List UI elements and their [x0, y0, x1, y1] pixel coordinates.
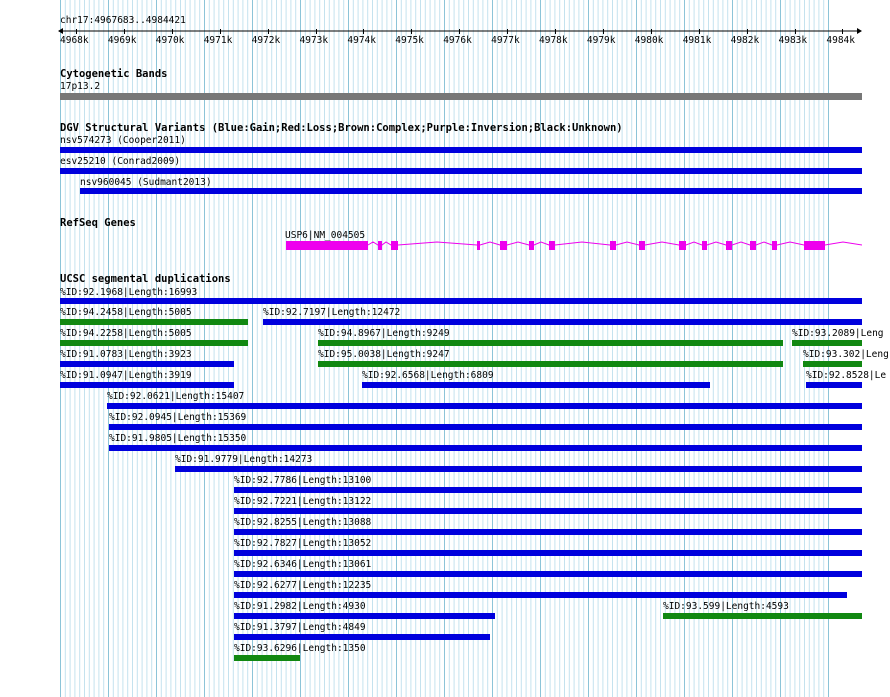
ruler-tick-mark — [123, 29, 125, 34]
ruler-tick-label: 4970k — [155, 35, 185, 46]
segdup-feature[interactable] — [792, 340, 862, 346]
segdup-label: %ID:94.8967|Length:9249 — [318, 328, 450, 339]
ruler-tick-label: 4971k — [203, 35, 233, 46]
refseq-track-title: RefSeq Genes — [60, 217, 136, 229]
ruler-tick-label: 4983k — [778, 35, 808, 46]
segdup-feature[interactable] — [109, 424, 862, 430]
cytoband-track-title: Cytogenetic Bands — [60, 68, 168, 80]
ruler-tick-label: 4981k — [682, 35, 712, 46]
segdup-feature[interactable] — [318, 361, 783, 367]
segdup-label: %ID:93.302|Leng — [803, 349, 889, 360]
ruler-tick-mark — [315, 29, 317, 34]
segdup-feature[interactable] — [60, 382, 234, 388]
segdup-feature[interactable] — [60, 298, 862, 304]
ruler-tick-mark — [698, 29, 700, 34]
ruler-tick-mark — [76, 29, 77, 34]
ruler-tick-mark — [363, 29, 365, 34]
ruler-tick-mark — [842, 29, 844, 34]
segdup-feature[interactable] — [109, 445, 862, 451]
segdup-label: %ID:91.9805|Length:15350 — [109, 433, 247, 444]
segdup-label: %ID:91.9779|Length:14273 — [175, 454, 313, 465]
segdup-label: %ID:92.7221|Length:13122 — [234, 496, 372, 507]
segdup-label: %ID:92.6346|Length:13061 — [234, 559, 372, 570]
segdup-feature[interactable] — [234, 613, 495, 619]
ruler-tick-label: 4969k — [107, 35, 137, 46]
ruler-tick-mark — [555, 29, 556, 34]
segdup-label: %ID:91.0947|Length:3919 — [60, 370, 192, 381]
dgv-feature[interactable] — [60, 168, 862, 174]
ruler-tick-mark — [219, 29, 221, 34]
segdup-feature[interactable] — [318, 340, 783, 346]
segdup-feature[interactable] — [234, 592, 847, 598]
segdup-feature[interactable] — [362, 382, 710, 388]
segdup-label: %ID:94.2258|Length:5005 — [60, 328, 192, 339]
dgv-track-title: DGV Structural Variants (Blue:Gain;Red:L… — [60, 122, 623, 134]
segdup-feature[interactable] — [60, 361, 234, 367]
segdup-feature[interactable] — [663, 613, 862, 619]
ruler-tick-mark — [411, 29, 413, 34]
segdup-feature[interactable] — [806, 382, 862, 388]
segdup-feature[interactable] — [803, 361, 862, 367]
segdup-label: %ID:92.8528|Le — [806, 370, 887, 381]
segdup-feature[interactable] — [263, 319, 862, 325]
ruler-tick-label: 4984k — [826, 35, 855, 46]
dgv-feature[interactable] — [60, 147, 862, 153]
ruler-tick-label: 4982k — [730, 35, 760, 46]
segdup-feature[interactable] — [60, 340, 248, 346]
gene-model[interactable] — [284, 239, 862, 253]
ruler-tick-label: 4979k — [586, 35, 616, 46]
segdup-feature[interactable] — [234, 655, 300, 661]
ruler-tick-mark — [794, 29, 796, 34]
ruler-tick-label: 4973k — [299, 35, 329, 46]
cytoband-bar[interactable] — [60, 93, 862, 100]
ruler-tick-label: 4976k — [443, 35, 472, 46]
ruler-tick-label: 4977k — [491, 35, 520, 46]
ruler-tick-mark — [746, 29, 748, 34]
segdup-label: %ID:92.1968|Length:16993 — [60, 287, 198, 298]
ruler-tick-label: 4968k — [60, 35, 89, 46]
dgv-feature[interactable] — [80, 188, 862, 194]
segdup-label: %ID:91.0783|Length:3923 — [60, 349, 192, 360]
segdup-label: %ID:93.2089|Leng — [792, 328, 884, 339]
segdup-label: %ID:95.0038|Length:9247 — [318, 349, 450, 360]
segdup-track-title: UCSC segmental duplications — [60, 273, 231, 285]
ruler-tick-mark — [650, 29, 652, 34]
dgv-label: nsv574273 (Cooper2011) — [60, 135, 186, 146]
segdup-feature[interactable] — [234, 550, 862, 556]
segdup-label: %ID:94.2458|Length:5005 — [60, 307, 192, 318]
dgv-label: nsv960045 (Sudmant2013) — [80, 177, 212, 188]
ruler-tick-label: 4975k — [395, 35, 424, 46]
segdup-label: %ID:93.6296|Length:1350 — [234, 643, 366, 654]
segdup-feature[interactable] — [234, 487, 862, 493]
ruler-tick-label: 4980k — [634, 35, 664, 46]
segdup-label: %ID:92.7197|Length:12472 — [263, 307, 401, 318]
segdup-feature[interactable] — [234, 529, 862, 535]
segdup-label: %ID:91.3797|Length:4849 — [234, 622, 366, 633]
segdup-feature[interactable] — [60, 319, 248, 325]
ruler-tick-mark — [602, 29, 604, 34]
segdup-feature[interactable] — [234, 571, 862, 577]
segdup-label: %ID:92.6277|Length:12235 — [234, 580, 372, 591]
segdup-label: %ID:92.7786|Length:13100 — [234, 475, 372, 486]
ruler-tick-mark — [267, 29, 269, 34]
ruler-tick-label: 4974k — [347, 35, 376, 46]
ruler-tick-label: 4972k — [251, 35, 281, 46]
ruler-tick-label: 4978k — [539, 35, 568, 46]
segdup-feature[interactable] — [234, 634, 490, 640]
segdup-feature[interactable] — [234, 508, 862, 514]
segdup-feature[interactable] — [107, 403, 862, 409]
ruler-tick-mark — [171, 29, 173, 34]
segdup-label: %ID:92.6568|Length:6809 — [362, 370, 494, 381]
segdup-label: %ID:92.8255|Length:13088 — [234, 517, 372, 528]
dgv-label: esv25210 (Conrad2009) — [60, 156, 181, 167]
segdup-label: %ID:92.7827|Length:13052 — [234, 538, 372, 549]
segdup-label: %ID:91.2982|Length:4930 — [234, 601, 366, 612]
ruler-tick-mark — [507, 29, 509, 34]
segdup-feature[interactable] — [175, 466, 862, 472]
segdup-label: %ID:92.0621|Length:15407 — [107, 391, 245, 402]
segdup-label: %ID:93.599|Length:4593 — [663, 601, 789, 612]
ruler-tick-mark — [459, 29, 461, 34]
segdup-label: %ID:92.0945|Length:15369 — [109, 412, 247, 423]
cytoband-label: 17p13.2 — [60, 81, 101, 92]
